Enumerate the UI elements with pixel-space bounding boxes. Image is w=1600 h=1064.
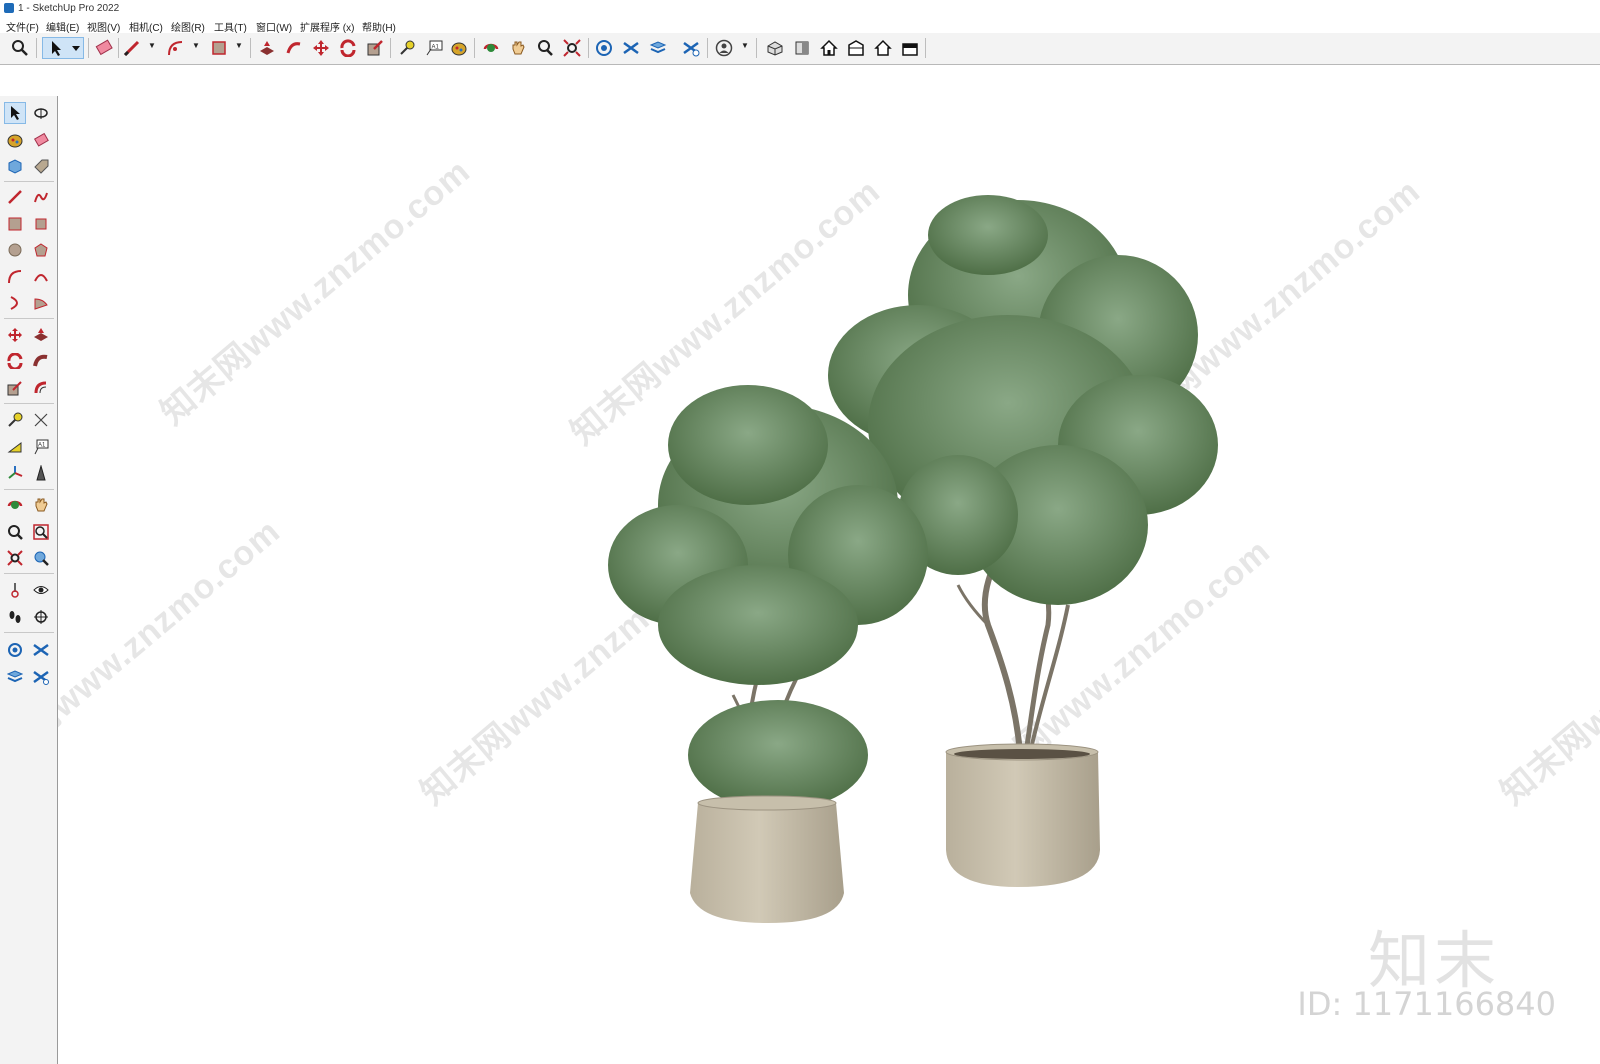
rectangle-tool-icon[interactable] bbox=[208, 37, 230, 59]
two-point-arc-icon[interactable] bbox=[30, 266, 52, 288]
menu-edit[interactable]: 编辑(E) bbox=[46, 19, 79, 34]
zoom-window-icon[interactable] bbox=[30, 521, 52, 543]
top-view-icon[interactable] bbox=[791, 37, 813, 59]
zoom-icon[interactable] bbox=[534, 37, 556, 59]
freehand-tool-icon[interactable] bbox=[30, 186, 52, 208]
pan-hand-icon[interactable] bbox=[507, 37, 529, 59]
follow-me-icon[interactable] bbox=[283, 37, 305, 59]
shape-dropdown-chevron-icon[interactable]: ▼ bbox=[235, 41, 243, 50]
extension-warehouse-icon[interactable] bbox=[620, 37, 642, 59]
menu-extensions[interactable]: 扩展程序 (x) bbox=[300, 19, 354, 34]
line-tool-icon[interactable] bbox=[121, 37, 143, 59]
eraser-icon[interactable] bbox=[30, 129, 52, 151]
dimension-tool-icon[interactable] bbox=[30, 409, 52, 431]
back-view-house-icon[interactable] bbox=[872, 37, 894, 59]
arc-dropdown-chevron-icon[interactable]: ▼ bbox=[192, 41, 200, 50]
walk-footprints-icon[interactable] bbox=[4, 606, 26, 628]
paint-bucket-icon[interactable] bbox=[448, 37, 470, 59]
lasso-select-icon[interactable] bbox=[30, 102, 52, 124]
axes-tool-icon[interactable] bbox=[4, 462, 26, 484]
extension-manager-icon[interactable] bbox=[680, 37, 702, 59]
account-dropdown-chevron-icon[interactable]: ▼ bbox=[741, 41, 749, 50]
iso-view-icon[interactable] bbox=[764, 37, 786, 59]
select-tool-button[interactable] bbox=[42, 37, 84, 59]
pie-tool-icon[interactable] bbox=[30, 292, 52, 314]
text-tool-icon[interactable]: A1 bbox=[423, 37, 445, 59]
layout-send-icon[interactable] bbox=[647, 37, 669, 59]
rotate-tool-icon[interactable] bbox=[4, 350, 26, 372]
zoom-extents-icon[interactable] bbox=[4, 547, 26, 569]
extension-warehouse-icon[interactable] bbox=[30, 639, 52, 661]
warehouse-icon[interactable] bbox=[593, 37, 615, 59]
front-view-house-icon[interactable] bbox=[818, 37, 840, 59]
menu-bar: 文件(F) 编辑(E) 视图(V) 相机(C) 绘图(R) 工具(T) 窗口(W… bbox=[0, 18, 1600, 34]
offset-tool-icon[interactable] bbox=[30, 377, 52, 399]
push-pull-icon[interactable] bbox=[256, 37, 278, 59]
watermark-id: ID: 1171166840 bbox=[1297, 985, 1556, 1023]
protractor-icon[interactable] bbox=[4, 436, 26, 458]
rectangle-tool-icon[interactable] bbox=[4, 213, 26, 235]
arc-tool-icon[interactable] bbox=[4, 266, 26, 288]
svg-text:A1: A1 bbox=[432, 45, 440, 51]
zoom-icon[interactable] bbox=[4, 521, 26, 543]
three-point-arc-icon[interactable] bbox=[4, 292, 26, 314]
tag-tool-icon[interactable] bbox=[30, 155, 52, 177]
position-camera-icon[interactable] bbox=[4, 579, 26, 601]
move-tool-icon[interactable] bbox=[4, 324, 26, 346]
look-around-eye-icon[interactable] bbox=[30, 579, 52, 601]
sketchup-app-icon bbox=[4, 3, 14, 13]
orbit-icon[interactable] bbox=[480, 37, 502, 59]
paint-bucket-icon[interactable] bbox=[4, 129, 26, 151]
eraser-icon[interactable] bbox=[93, 37, 115, 59]
svg-text:A1: A1 bbox=[38, 443, 46, 449]
tape-measure-icon[interactable] bbox=[396, 37, 418, 59]
line-tool-icon[interactable] bbox=[4, 186, 26, 208]
follow-me-icon[interactable] bbox=[30, 350, 52, 372]
window-title: 1 - SketchUp Pro 2022 bbox=[18, 3, 120, 14]
rotated-rectangle-icon[interactable] bbox=[30, 213, 52, 235]
text-tool-icon[interactable]: A1 bbox=[30, 436, 52, 458]
push-pull-icon[interactable] bbox=[30, 324, 52, 346]
move-tool-icon[interactable] bbox=[310, 37, 332, 59]
menu-camera[interactable]: 相机(C) bbox=[129, 19, 163, 34]
layout-send-icon[interactable] bbox=[4, 666, 26, 688]
polygon-tool-icon[interactable] bbox=[30, 239, 52, 261]
menu-draw[interactable]: 绘图(R) bbox=[171, 19, 205, 34]
menu-file[interactable]: 文件(F) bbox=[6, 19, 39, 34]
make-component-icon[interactable] bbox=[4, 155, 26, 177]
rotate-tool-icon[interactable] bbox=[337, 37, 359, 59]
arc-tool-icon[interactable] bbox=[165, 37, 187, 59]
section-plane-icon[interactable] bbox=[30, 606, 52, 628]
orbit-icon[interactable] bbox=[4, 494, 26, 516]
right-view-icon[interactable] bbox=[845, 37, 867, 59]
menu-help[interactable]: 帮助(H) bbox=[362, 19, 396, 34]
zoom-extents-icon[interactable] bbox=[9, 37, 31, 59]
right-planter-pot bbox=[945, 743, 1100, 887]
left-view-icon[interactable] bbox=[899, 37, 921, 59]
left-planter-pot bbox=[690, 795, 844, 923]
extension-manager-icon[interactable] bbox=[30, 666, 52, 688]
large-tool-set-toolbar: A1 bbox=[0, 96, 58, 1064]
circle-tool-icon[interactable] bbox=[4, 239, 26, 261]
account-profile-icon[interactable] bbox=[713, 37, 735, 59]
select-arrow-icon[interactable] bbox=[4, 102, 26, 124]
tape-measure-icon[interactable] bbox=[4, 409, 26, 431]
3d-text-icon[interactable] bbox=[30, 462, 52, 484]
zoom-extents-red-icon[interactable] bbox=[561, 37, 583, 59]
title-bar: 1 - SketchUp Pro 2022 bbox=[0, 0, 1600, 18]
3d-warehouse-icon[interactable] bbox=[4, 639, 26, 661]
scale-tool-icon[interactable] bbox=[4, 377, 26, 399]
menu-tools[interactable]: 工具(T) bbox=[214, 19, 247, 34]
line-dropdown-chevron-icon[interactable]: ▼ bbox=[148, 41, 156, 50]
pan-hand-icon[interactable] bbox=[30, 494, 52, 516]
main-toolbar: ▼ ▼ ▼ A1 ▼ bbox=[0, 33, 1600, 65]
scale-tool-icon[interactable] bbox=[364, 37, 386, 59]
previous-view-icon[interactable] bbox=[30, 547, 52, 569]
menu-window[interactable]: 窗口(W) bbox=[256, 19, 292, 34]
menu-view[interactable]: 视图(V) bbox=[87, 19, 120, 34]
